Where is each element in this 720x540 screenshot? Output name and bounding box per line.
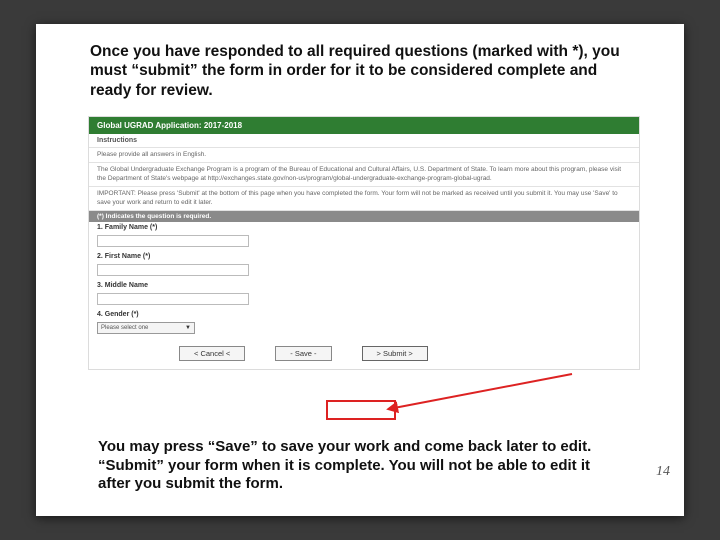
label-middle-name: 3. Middle Name (89, 280, 639, 291)
select-gender-value: Please select one (101, 325, 148, 331)
form-title-bar: Global UGRAD Application: 2017-2018 (89, 117, 639, 134)
slide-canvas: Once you have responded to all required … (36, 24, 684, 516)
outro-paragraph: You may press “Save” to save your work a… (98, 438, 624, 494)
application-form-screenshot: Global UGRAD Application: 2017-2018 Inst… (88, 116, 640, 370)
arrow-to-submit-icon (386, 370, 576, 414)
required-note-bar: (*) Indicates the question is required. (89, 211, 639, 222)
label-first-name: 2. First Name (*) (89, 251, 639, 262)
intro-paragraph: Once you have responded to all required … (90, 42, 640, 100)
instructions-line-3: IMPORTANT: Please press 'Submit' at the … (89, 187, 639, 211)
highlight-box-submit (326, 400, 396, 420)
chevron-down-icon: ▼ (185, 325, 191, 331)
select-gender[interactable]: Please select one ▼ (97, 322, 195, 334)
submit-button[interactable]: > Submit > (362, 346, 428, 361)
input-middle-name[interactable] (97, 293, 249, 305)
button-row: < Cancel < - Save - > Submit > (89, 338, 639, 369)
save-button[interactable]: - Save - (275, 346, 331, 361)
input-family-name[interactable] (97, 235, 249, 247)
input-first-name[interactable] (97, 264, 249, 276)
instructions-line-2: The Global Undergraduate Exchange Progra… (89, 163, 639, 187)
instructions-line-1: Please provide all answers in English. (89, 148, 639, 163)
label-family-name: 1. Family Name (*) (89, 222, 639, 233)
cancel-button[interactable]: < Cancel < (179, 346, 245, 361)
instructions-heading: Instructions (97, 137, 137, 144)
label-gender: 4. Gender (*) (89, 309, 639, 320)
page-number: 14 (656, 464, 670, 480)
